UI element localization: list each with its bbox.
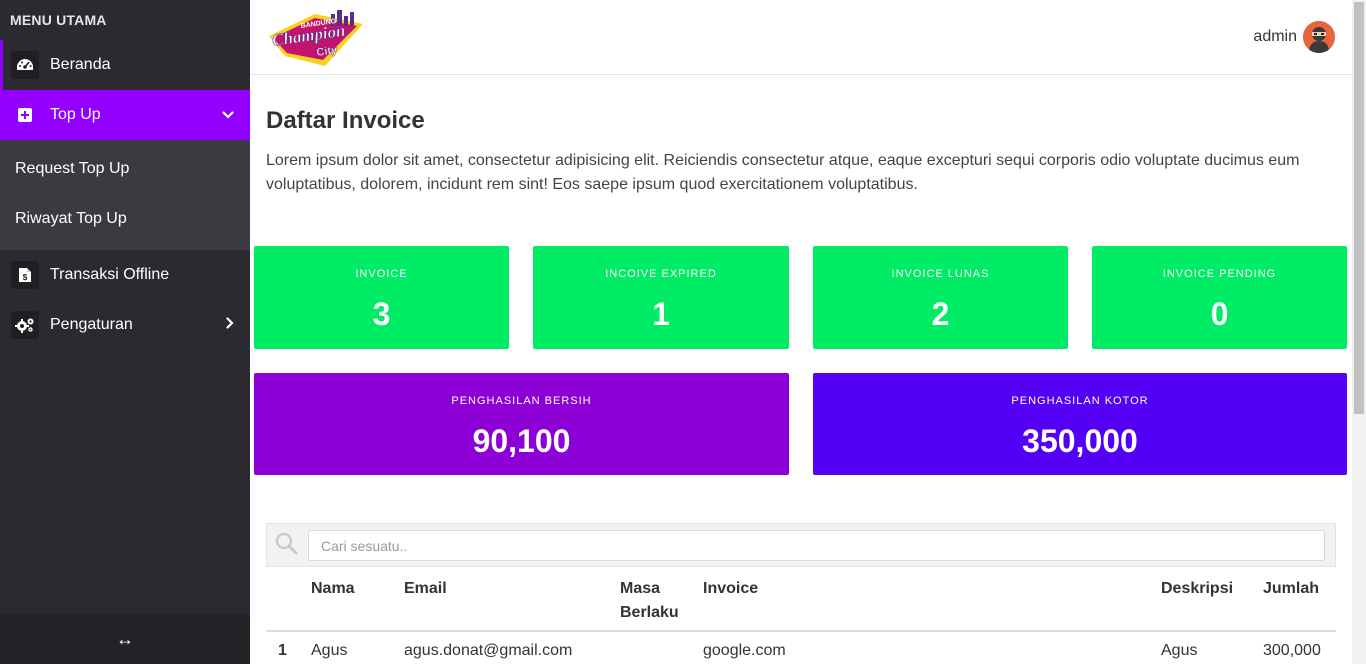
plus-square-icon [11, 101, 39, 129]
card-value: 90,100 [472, 423, 571, 459]
sidebar-item-label: Pengaturan [50, 316, 133, 333]
card-label: PENGHASILAN BERSIH [451, 395, 592, 407]
sidebar: MENU UTAMA Beranda Top Up Request Top Up… [0, 0, 250, 664]
card-value: 350,000 [1022, 423, 1138, 459]
main-content: Daftar Invoice Lorem ipsum dolor sit ame… [250, 75, 1352, 664]
card-invoice-pending: INVOICE PENDING 0 [1092, 246, 1347, 349]
svg-text:$: $ [23, 273, 28, 282]
user-name: admin [1253, 28, 1297, 45]
search-input[interactable] [308, 530, 1325, 561]
sidebar-item-label: Top Up [50, 106, 101, 123]
top-up-submenu: Request Top Up Riwayat Top Up [0, 140, 250, 250]
sidebar-item-label: Beranda [50, 56, 111, 73]
card-invoice: INVOICE 3 [254, 246, 509, 349]
card-invoice-lunas: INVOICE LUNAS 2 [813, 246, 1068, 349]
row-number: 1 [278, 642, 287, 659]
card-label: INCOIVE EXPIRED [605, 268, 717, 280]
cell-email: agus.donat@gmail.com [404, 642, 573, 659]
card-value: 3 [372, 296, 391, 332]
chevron-right-icon [226, 316, 234, 334]
logo-sub-text: City [316, 44, 339, 59]
user-menu[interactable]: admin [1253, 21, 1335, 53]
column-header-email[interactable]: Email [404, 577, 447, 601]
card-penghasilan-bersih: PENGHASILAN BERSIH 90,100 [254, 373, 789, 475]
page-title: Daftar Invoice [266, 107, 425, 134]
sidebar-toggle-button[interactable]: ↔ [0, 614, 250, 664]
column-header-invoice[interactable]: Invoice [703, 577, 758, 601]
page-description: Lorem ipsum dolor sit amet, consectetur … [266, 152, 1300, 193]
file-invoice-dollar-icon: $ [11, 261, 39, 289]
table-header: Nama Email Masa Berlaku Invoice Deskrips… [266, 567, 1336, 632]
column-header-deskripsi[interactable]: Deskripsi [1161, 577, 1233, 601]
card-label: PENGHASILAN KOTOR [1011, 395, 1149, 407]
top-header: BANDUNG Champion City admin [250, 0, 1352, 75]
table-row[interactable]: 1 Agus agus.donat@gmail.com google.com A… [266, 632, 1336, 664]
card-value: 0 [1210, 296, 1229, 332]
cell-deskripsi: Agus [1161, 642, 1198, 659]
scrollbar-thumb[interactable] [1354, 2, 1364, 414]
arrows-horizontal-icon: ↔ [116, 628, 134, 649]
table-search-bar [266, 523, 1336, 567]
column-header-masa-berlaku[interactable]: Masa Berlaku [620, 577, 690, 625]
card-value: 1 [652, 296, 670, 332]
sidebar-item-beranda[interactable]: Beranda [0, 40, 250, 90]
card-label: INVOICE LUNAS [891, 268, 990, 280]
submenu-item-request-top-up[interactable]: Request Top Up [0, 144, 250, 194]
cell-nama: Agus [311, 642, 348, 659]
cogs-icon [11, 311, 39, 339]
card-penghasilan-kotor: PENGHASILAN KOTOR 350,000 [813, 373, 1347, 475]
card-label: INVOICE [355, 268, 408, 280]
submenu-item-riwayat-top-up[interactable]: Riwayat Top Up [0, 194, 250, 244]
menu-title: MENU UTAMA [10, 12, 107, 28]
sidebar-item-pengaturan[interactable]: Pengaturan [0, 300, 250, 350]
column-header-nama[interactable]: Nama [311, 577, 355, 601]
cell-jumlah: 300,000 [1263, 642, 1321, 659]
card-label: INVOICE PENDING [1162, 268, 1277, 280]
search-icon [275, 532, 299, 561]
page-scrollbar[interactable] [1352, 0, 1366, 664]
app: MENU UTAMA Beranda Top Up Request Top Up… [0, 0, 1366, 664]
sidebar-item-label: Transaksi Offline [50, 266, 170, 283]
cell-invoice[interactable]: google.com [703, 642, 786, 660]
card-value: 2 [931, 296, 950, 332]
logo[interactable]: BANDUNG Champion City [265, 8, 367, 68]
chevron-down-icon [222, 106, 234, 124]
sidebar-item-top-up[interactable]: Top Up [0, 90, 250, 140]
avatar [1303, 21, 1335, 53]
tachometer-icon [11, 51, 39, 79]
column-header-jumlah[interactable]: Jumlah [1263, 577, 1319, 601]
card-invoice-expired: INCOIVE EXPIRED 1 [533, 246, 789, 349]
sidebar-item-transaksi-offline[interactable]: $ Transaksi Offline [0, 250, 250, 300]
